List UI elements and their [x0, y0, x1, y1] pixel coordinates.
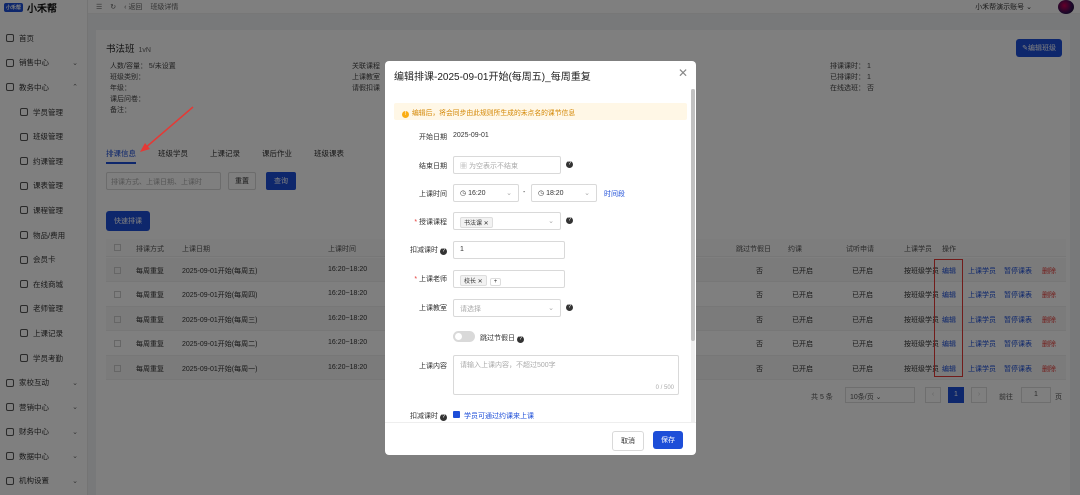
course-label: * 授课课程 — [397, 217, 447, 227]
chevron-down-icon: ⌄ — [548, 218, 554, 225]
teacher-label: * 上课老师 — [397, 274, 447, 284]
end-date-placeholder: 为空表示不结束 — [468, 163, 518, 170]
content-label: 上课内容 — [419, 363, 447, 370]
teacher-label-text: 上课老师 — [419, 276, 447, 283]
start-time-field[interactable]: ◷ 16:20 ⌄ — [453, 184, 519, 202]
skip-holiday-toggle[interactable] — [453, 331, 475, 342]
room-placeholder: 请选择 — [460, 306, 481, 313]
dialog-scrollbar[interactable] — [691, 89, 695, 422]
help-icon[interactable]: ? — [566, 304, 573, 311]
chevron-down-icon: ⌄ — [548, 305, 554, 312]
end-time-field[interactable]: ◷ 18:20 ⌄ — [531, 184, 597, 202]
skip-holiday-text: 跳过节假日 — [480, 335, 515, 342]
booking-label-text: 扣减课时 — [410, 413, 439, 420]
help-icon[interactable]: ? — [440, 414, 447, 421]
warning-text: 编辑后，将会同步由此规则所生成的未点名的课节信息 — [412, 110, 576, 117]
deduct-hours-label: 扣减课时 ? — [397, 245, 447, 255]
arrow-shaft — [143, 106, 194, 150]
warning-icon: ! — [402, 111, 409, 118]
start-date-label: 开始日期 — [419, 134, 447, 141]
time-label: 上课时间 — [419, 191, 447, 198]
end-date-field[interactable]: ▦ 为空表示不结束 — [453, 156, 561, 174]
warning-banner: ! 编辑后，将会同步由此规则所生成的未点名的课节信息 — [394, 103, 687, 120]
scrollbar-thumb[interactable] — [691, 89, 695, 341]
help-icon[interactable]: ? — [566, 217, 573, 224]
time-period-link[interactable]: 时间段 — [604, 189, 625, 199]
course-label-text: 授课课程 — [419, 219, 447, 226]
help-icon[interactable]: ? — [516, 336, 524, 343]
deduct-hours-input[interactable]: 1 — [453, 241, 565, 259]
save-button[interactable]: 保存 — [653, 431, 683, 449]
help-icon[interactable]: ? — [566, 161, 573, 168]
end-time-value: 18:20 — [546, 190, 564, 197]
clock-icon: ◷ — [538, 190, 547, 197]
course-select[interactable]: 书法课 ✕ ⌄ — [453, 212, 561, 230]
add-teacher-button[interactable]: + — [489, 278, 502, 286]
teacher-tag: 校长 ✕ — [460, 275, 487, 286]
chevron-down-icon: ⌄ — [506, 190, 512, 197]
start-time-value: 16:20 — [468, 190, 486, 197]
booking-label: 扣减课时 ? — [397, 411, 447, 421]
skip-holiday-label: 跳过节假日 ? — [480, 333, 524, 343]
dialog-title: 编辑排课-2025-09-01开始(每周五)_每周重复 — [394, 72, 591, 83]
time-separator: - — [523, 189, 526, 196]
teacher-select[interactable]: 校长 ✕ + — [453, 270, 565, 288]
booking-checkbox-label[interactable]: 学员可通过约课来上课 — [464, 411, 534, 421]
end-date-label: 结束日期 — [419, 163, 447, 170]
content-placeholder: 请输入上课内容，不超过500字 — [460, 362, 556, 369]
clock-icon: ◷ — [460, 190, 469, 197]
booking-checkbox[interactable] — [453, 411, 460, 418]
deduct-hours-label-text: 扣减课时 — [410, 247, 439, 254]
char-count: 0 / 500 — [655, 385, 674, 391]
room-label: 上课教室 — [419, 305, 447, 312]
edit-schedule-dialog: 编辑排课-2025-09-01开始(每周五)_每周重复 ✕ ! 编辑后，将会同步由… — [385, 61, 696, 455]
teacher-tag-text: 校长 — [464, 279, 477, 285]
dialog-footer: 取消 保存 — [385, 422, 696, 455]
close-icon[interactable]: ✕ — [678, 66, 688, 80]
start-date-value: 2025-09-01 — [453, 132, 489, 139]
course-tag-text: 书法课 — [464, 221, 483, 227]
course-tag: 书法课 ✕ — [460, 217, 493, 228]
help-icon[interactable]: ? — [440, 248, 447, 255]
chevron-down-icon: ⌄ — [584, 190, 590, 197]
calendar-icon: ▦ — [460, 163, 469, 170]
content-textarea[interactable]: 请输入上课内容，不超过500字 0 / 500 — [453, 355, 679, 395]
cancel-button[interactable]: 取消 — [612, 431, 644, 451]
room-select[interactable]: 请选择 ⌄ — [453, 299, 561, 317]
